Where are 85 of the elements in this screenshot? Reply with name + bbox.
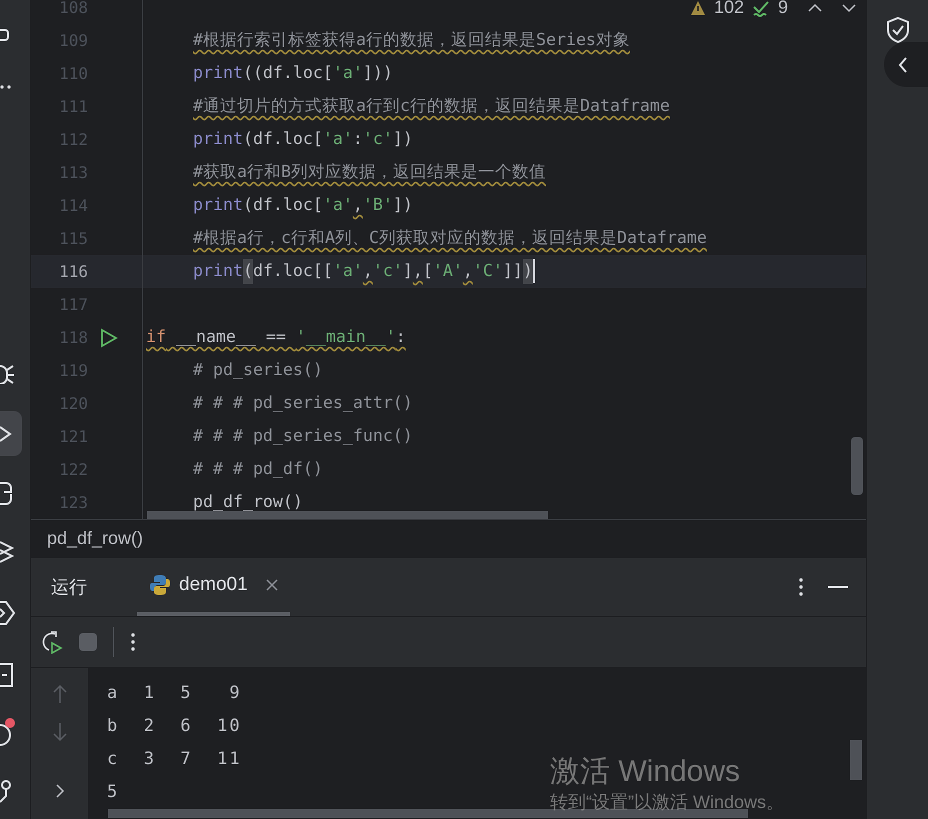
code-comment: #根据行索引标签获得a行的数据，返回结果是Series对象 [193, 29, 630, 52]
chevron-down-icon[interactable] [842, 2, 856, 12]
warning-count[interactable]: 102 [714, 0, 744, 21]
code-token: print [193, 194, 243, 216]
more-icon[interactable] [798, 577, 804, 597]
scrollbar-thumb[interactable] [108, 809, 748, 818]
scrollbar-thumb[interactable] [851, 437, 863, 495]
code-token: 'c' [362, 128, 393, 150]
code-token: print [193, 260, 243, 282]
shield-icon[interactable] [886, 16, 910, 44]
code-token: __name__ == [174, 326, 287, 348]
code-token: ] [402, 260, 413, 282]
code-token: (df.loc[ [242, 194, 323, 216]
code-token: ]] [502, 260, 523, 282]
code-token: 'B' [362, 194, 393, 216]
code-comment: #根据a行，c行和A列、C列获取对应的数据，返回结果是Dataframe [193, 227, 707, 250]
code-token: , [412, 260, 423, 282]
activation-title: 激活 Windows [550, 754, 742, 790]
code-token: if [146, 326, 166, 348]
structure-icon[interactable] [0, 28, 10, 42]
more-icon[interactable] [0, 84, 12, 90]
code-token: '__main__' [296, 326, 396, 348]
scrollbar-thumb[interactable] [147, 511, 548, 519]
code-token: 'A' [432, 260, 463, 282]
code-token: 'a' [322, 194, 353, 216]
code-token: (df.loc[ [242, 128, 323, 150]
minimize-icon[interactable] [828, 585, 848, 589]
activation-text: 转到“设置”以激活 Windows。 [550, 791, 784, 814]
code-token: ]) [392, 128, 413, 150]
line-number: 116 [58, 260, 88, 282]
code-token: ) [292, 491, 303, 514]
code-token: pd_df_row( [193, 491, 293, 514]
services-icon[interactable] [0, 600, 16, 626]
code-token: ]) [392, 194, 413, 216]
code-token: [ [422, 260, 433, 282]
run-tab[interactable]: demo01 [137, 558, 290, 616]
code-comment: # pd_series() [193, 359, 323, 382]
code-token: 'a' [332, 62, 363, 84]
output-line: c 3 7 11 [107, 748, 242, 771]
code-token: 'a' [332, 260, 363, 282]
code-token: ( [242, 259, 253, 284]
code-token: ) [522, 259, 533, 284]
python-logo-icon [149, 574, 171, 596]
code-token: , [462, 260, 473, 282]
weak-warning-count[interactable]: 9 [778, 0, 788, 21]
code-token: , [352, 194, 363, 216]
code-token: 'c' [372, 260, 403, 282]
problems-icon[interactable] [0, 715, 18, 749]
run-icon [0, 424, 12, 442]
terminal-icon[interactable] [0, 662, 14, 688]
code-token: , [362, 260, 373, 282]
chevron-up-icon[interactable] [808, 2, 822, 12]
output-line: a 1 5 9 [107, 682, 242, 705]
code-token: df.loc[[ [252, 260, 333, 282]
rerun-icon[interactable] [41, 630, 63, 654]
scrollbar-thumb[interactable] [850, 740, 862, 780]
code-comment: # # # pd_series_func() [193, 425, 413, 448]
code-comment: #通过切片的方式获取a行到c行的数据，返回结果是Dataframe [193, 95, 670, 118]
code-token: : [396, 326, 406, 348]
panel-title: 运行 [51, 576, 87, 598]
chevron-right-icon[interactable] [54, 784, 64, 798]
code-token: 'a' [322, 128, 353, 150]
chevron-left-icon [898, 56, 908, 72]
code-comment: # # # pd_series_attr() [193, 392, 413, 414]
code-token: : [352, 128, 363, 150]
checkmark-icon[interactable] [752, 0, 770, 16]
more-icon[interactable] [130, 632, 136, 652]
output-line: b 2 6 10 [107, 715, 242, 738]
code-editor[interactable] [31, 0, 866, 519]
warning-icon[interactable] [690, 0, 706, 16]
close-icon[interactable] [266, 579, 278, 591]
code-comment: #获取a行和B列对应数据，返回结果是一个数值 [193, 161, 546, 184]
breadcrumb[interactable]: pd_df_row() [47, 525, 144, 552]
run-tool-button[interactable] [0, 411, 22, 456]
code-token: ])) [362, 62, 393, 84]
code-token: 'C' [472, 260, 503, 282]
code-token: print [193, 62, 243, 84]
text-cursor [532, 259, 535, 284]
run-icon[interactable] [100, 328, 118, 348]
code-token: print [193, 128, 243, 150]
output-line: 5 [107, 781, 120, 804]
collapse-tab[interactable] [884, 42, 928, 87]
git-icon[interactable] [0, 778, 14, 804]
code-comment: # # # pd_df() [193, 458, 323, 480]
code-token: ((df.loc[ [242, 62, 333, 84]
